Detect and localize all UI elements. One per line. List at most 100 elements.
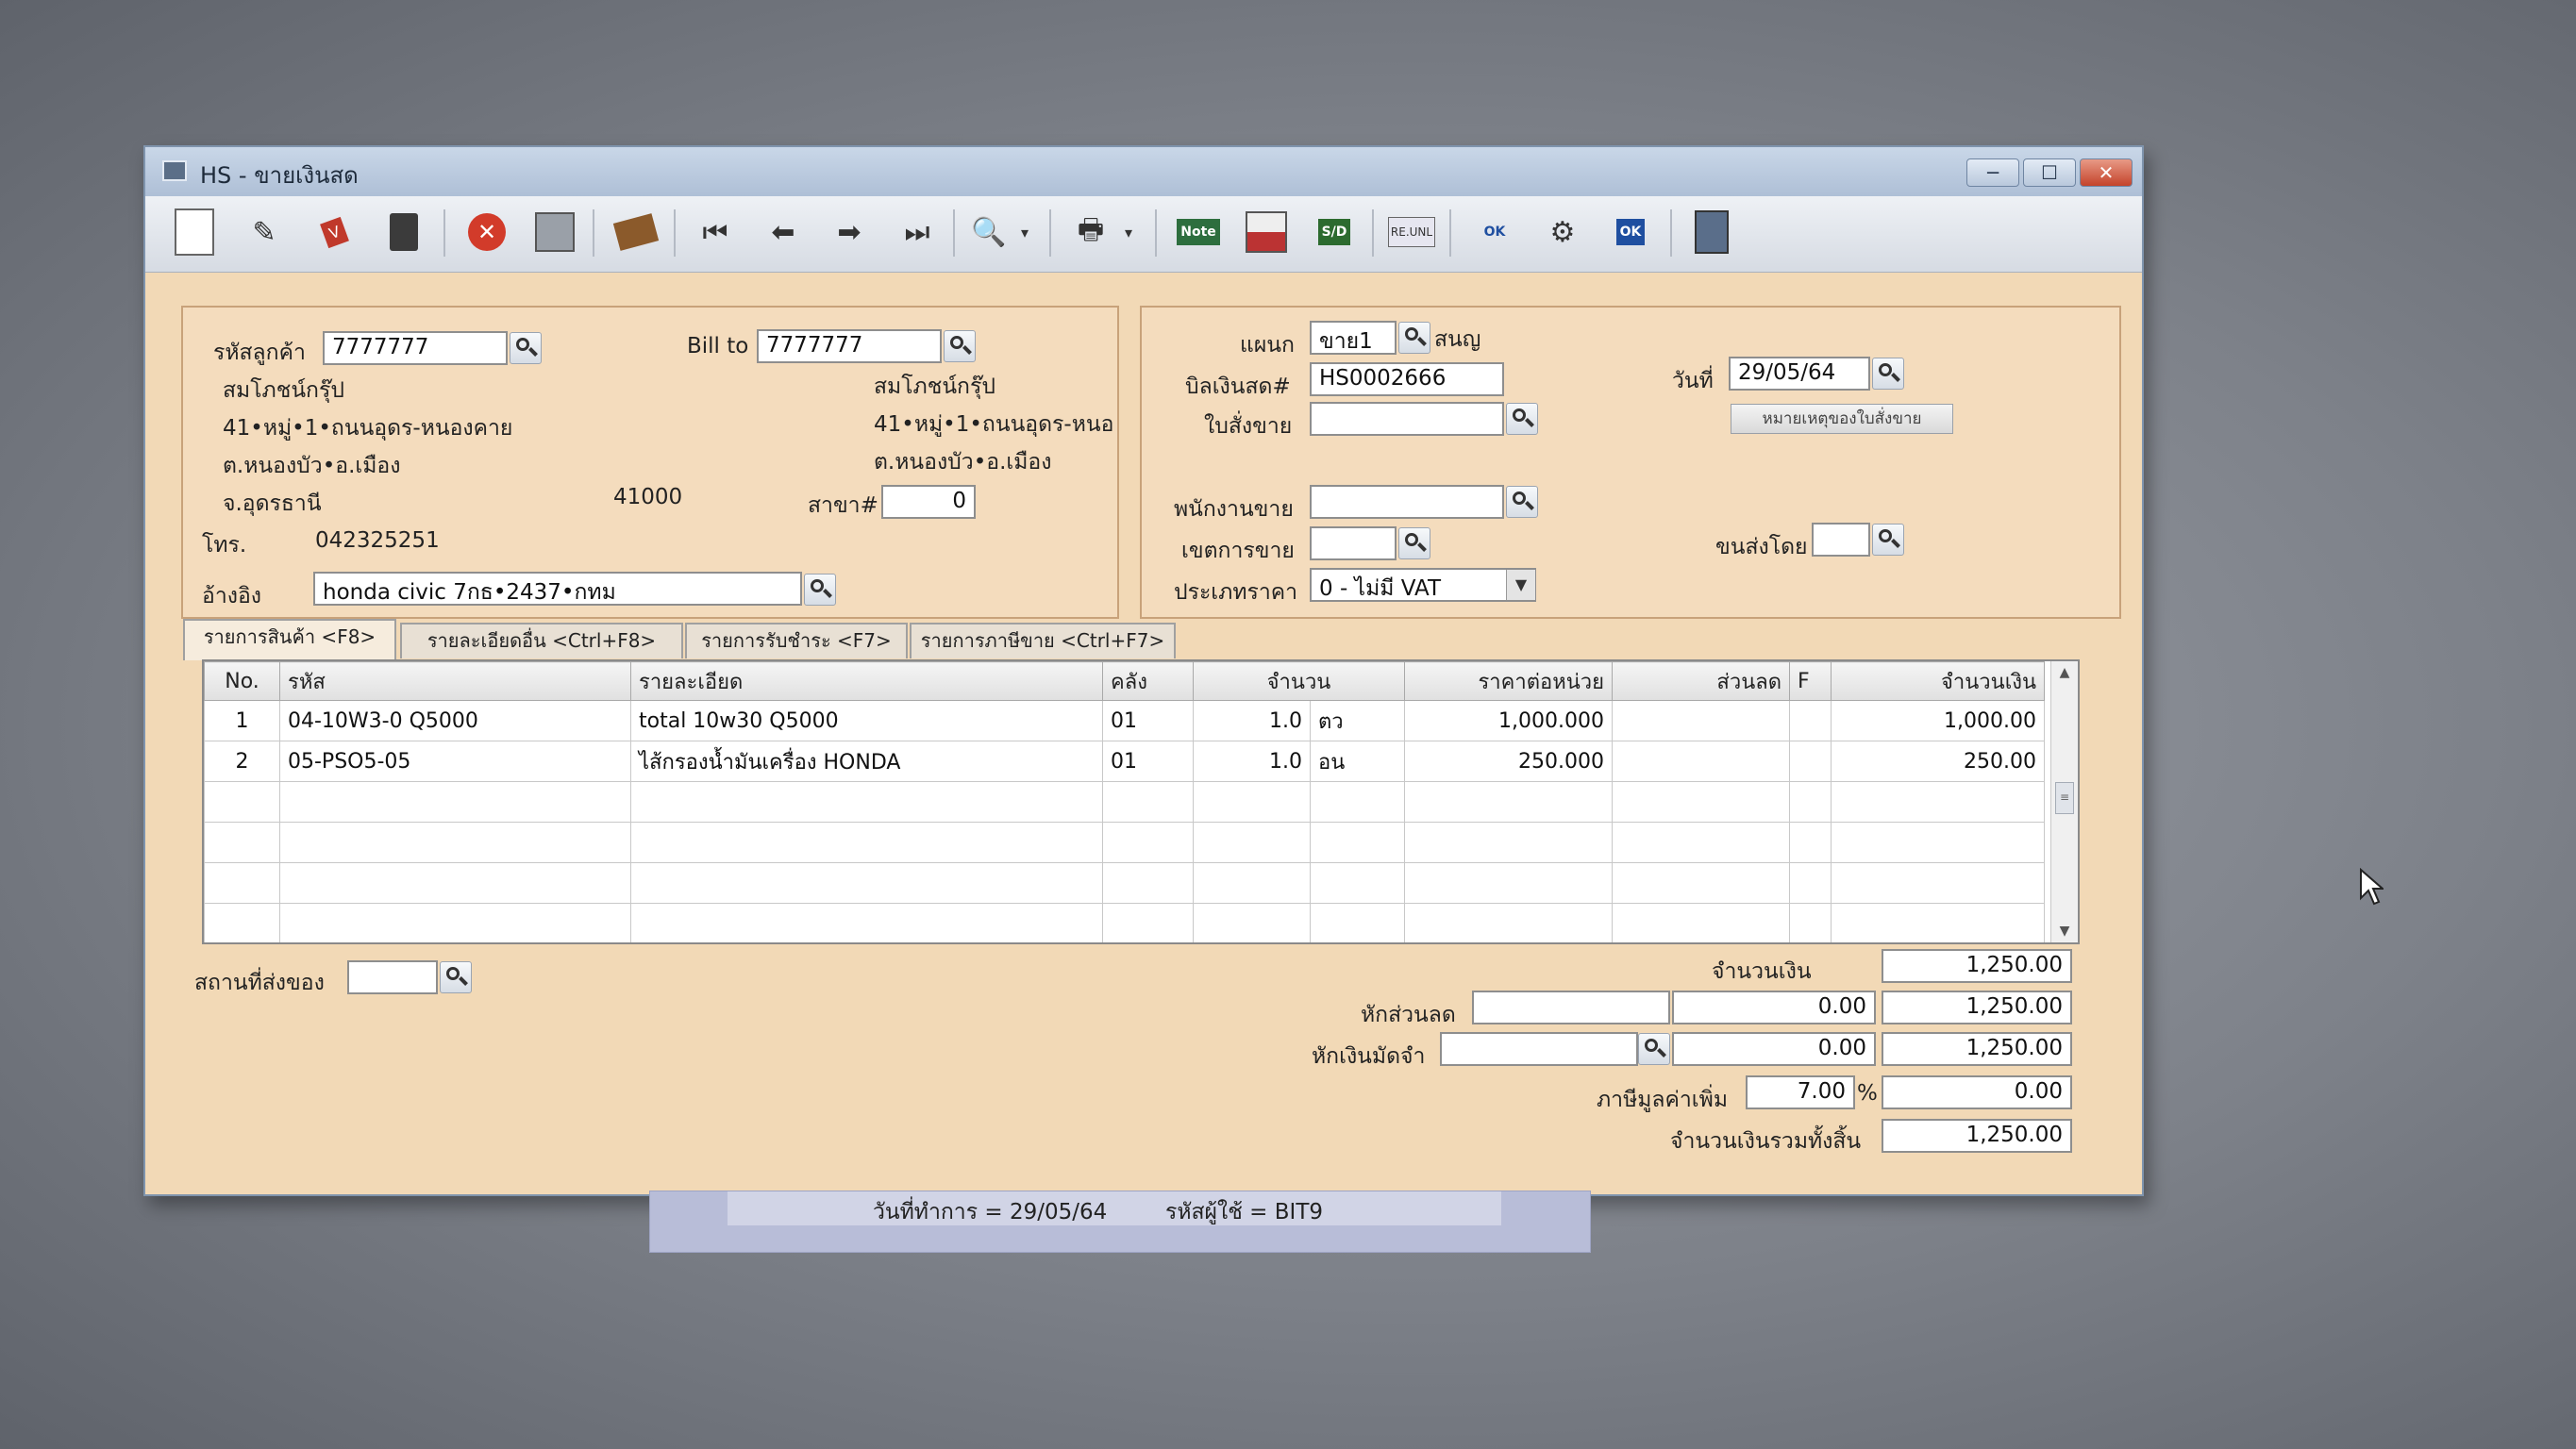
edit-icon[interactable]: ✎ [240, 208, 289, 257]
sd-icon[interactable]: S/D [1310, 208, 1359, 257]
first-record-icon[interactable]: ⏮ [691, 208, 740, 257]
reference-search-icon[interactable] [804, 574, 836, 606]
search-icon[interactable]: 🔍 [964, 208, 1013, 257]
tab-other-details[interactable]: รายละเอียดอื่น <Ctrl+F8> [400, 623, 683, 658]
table-row-empty[interactable] [204, 862, 2045, 904]
reference-field[interactable]: honda civic 7กธ•2437•กทม [313, 572, 802, 606]
last-record-icon[interactable]: ⏭ [893, 208, 942, 257]
chevron-down-icon[interactable]: ▼ [1506, 570, 1535, 600]
toolbar-separator [1155, 209, 1157, 257]
tab-items[interactable]: รายการสินค้า <F8> [183, 619, 396, 660]
col-unit-price[interactable]: ราคาต่อหน่วย [1404, 661, 1613, 701]
table-row-empty[interactable] [204, 903, 2045, 942]
close-button[interactable]: ✕ [2080, 158, 2133, 187]
dropdown-icon[interactable]: ▾ [1117, 208, 1140, 257]
order-note-button[interactable]: หมายเหตุของใบสั่งขาย [1731, 404, 1953, 434]
tab-sales-tax[interactable]: รายการภาษีขาย <Ctrl+F7> [910, 623, 1176, 658]
scroll-down-icon[interactable]: ▼ [2051, 920, 2078, 942]
item-code[interactable]: 05-PSO5-05 [279, 741, 631, 782]
cancel-icon[interactable]: ✕ [462, 208, 511, 257]
scroll-up-icon[interactable]: ▲ [2051, 661, 2078, 684]
delete-icon[interactable] [379, 208, 428, 257]
item-discount[interactable] [1612, 741, 1790, 782]
customer-code-field[interactable]: 7777777 [323, 331, 508, 365]
bill-to-field[interactable]: 7777777 [757, 329, 942, 363]
ship-by-search-icon[interactable] [1872, 524, 1904, 556]
discount-value[interactable]: 0.00 [1672, 991, 1876, 1024]
toolbar-separator [1049, 209, 1051, 257]
previous-record-icon[interactable]: ⬅ [759, 208, 808, 257]
new-document-icon[interactable] [170, 208, 219, 257]
table-row-empty[interactable] [204, 781, 2045, 823]
tab-payments[interactable]: รายการรับชำระ <F7> [685, 623, 908, 658]
item-unit-price[interactable]: 1,000.000 [1404, 700, 1613, 741]
item-unit: อน [1310, 741, 1405, 782]
ship-place-search-icon[interactable] [440, 961, 472, 993]
reunl-icon[interactable]: RE.UNL [1387, 208, 1436, 257]
item-flag[interactable] [1789, 741, 1832, 782]
item-description[interactable]: total 10w30 Q5000 [630, 700, 1103, 741]
item-quantity[interactable]: 1.0 [1193, 700, 1311, 741]
void-icon[interactable]: V [309, 208, 359, 257]
salesman-search-icon[interactable] [1506, 486, 1538, 518]
vat-rate-field[interactable]: 7.00 [1746, 1075, 1855, 1109]
calculator-icon[interactable] [1687, 208, 1736, 257]
ship-place-field[interactable] [347, 960, 438, 994]
item-unit-price[interactable]: 250.000 [1404, 741, 1613, 782]
ok-stamp-icon[interactable]: OK [1470, 208, 1519, 257]
date-picker-search-icon[interactable] [1872, 358, 1904, 390]
bill-number-field[interactable]: HS0002666 [1310, 362, 1504, 396]
col-amount[interactable]: จำนวนเงิน [1831, 661, 2045, 701]
item-quantity[interactable]: 1.0 [1193, 741, 1311, 782]
customer-lookup-search-icon[interactable] [510, 332, 542, 364]
note-icon[interactable]: Note [1174, 208, 1223, 257]
item-discount[interactable] [1612, 700, 1790, 741]
maximize-button[interactable]: ☐ [2023, 158, 2076, 187]
department-field[interactable]: ขาย1 [1310, 321, 1397, 355]
date-field[interactable]: 29/05/64 [1729, 357, 1870, 391]
deposit-input[interactable] [1440, 1032, 1638, 1066]
form-icon[interactable] [1242, 208, 1291, 257]
col-no[interactable]: No. [204, 661, 280, 701]
grid-vertical-scrollbar[interactable]: ▲ ≡ ▼ [2050, 661, 2078, 942]
ok-document-icon[interactable]: OK [1606, 208, 1655, 257]
customer-address-line3: จ.อุดรธานี [223, 491, 322, 516]
save-icon[interactable] [530, 208, 579, 257]
deposit-search-icon[interactable] [1638, 1033, 1670, 1065]
dropdown-icon[interactable]: ▾ [1013, 208, 1036, 257]
items-grid[interactable]: No. รหัส รายละเอียด คลัง จำนวน ราคาต่อหน… [202, 659, 2080, 944]
item-flag[interactable] [1789, 700, 1832, 741]
sales-order-field[interactable] [1310, 402, 1504, 436]
col-discount[interactable]: ส่วนลด [1612, 661, 1790, 701]
table-row[interactable]: 1 04-10W3-0 Q5000 total 10w30 Q5000 01 1… [204, 700, 2045, 741]
sales-area-field[interactable] [1310, 526, 1397, 560]
next-record-icon[interactable]: ➡ [825, 208, 874, 257]
table-row-empty[interactable] [204, 822, 2045, 863]
discount-input[interactable] [1472, 991, 1670, 1024]
sales-area-search-icon[interactable] [1398, 527, 1430, 559]
col-flag[interactable]: F [1789, 661, 1832, 701]
transfer-icon[interactable] [611, 208, 661, 257]
item-code[interactable]: 04-10W3-0 Q5000 [279, 700, 631, 741]
ship-by-field[interactable] [1812, 523, 1870, 557]
print-icon[interactable]: 🖶 [1066, 208, 1115, 257]
deposit-value[interactable]: 0.00 [1672, 1032, 1876, 1066]
sales-order-search-icon[interactable] [1506, 403, 1538, 435]
branch-field[interactable]: 0 [881, 485, 976, 519]
price-type-select[interactable]: 0 - ไม่มี VAT [1310, 568, 1536, 602]
col-quantity[interactable]: จำนวน [1193, 661, 1405, 701]
department-search-icon[interactable] [1398, 322, 1430, 354]
item-warehouse[interactable]: 01 [1102, 741, 1194, 782]
col-description[interactable]: รายละเอียด [630, 661, 1103, 701]
salesman-field[interactable] [1310, 485, 1504, 519]
table-row[interactable]: 2 05-PSO5-05 ไส้กรองน้ำมันเครื่อง HONDA … [204, 741, 2045, 782]
bill-to-search-icon[interactable] [944, 330, 976, 362]
col-warehouse[interactable]: คลัง [1102, 661, 1194, 701]
scroll-thumb[interactable]: ≡ [2055, 782, 2074, 814]
after-deposit-total: 1,250.00 [1882, 1032, 2072, 1066]
col-code[interactable]: รหัส [279, 661, 631, 701]
item-description[interactable]: ไส้กรองน้ำมันเครื่อง HONDA [630, 741, 1103, 782]
link-icon[interactable]: ⚙ [1538, 208, 1587, 257]
minimize-button[interactable]: ─ [1966, 158, 2019, 187]
item-warehouse[interactable]: 01 [1102, 700, 1194, 741]
